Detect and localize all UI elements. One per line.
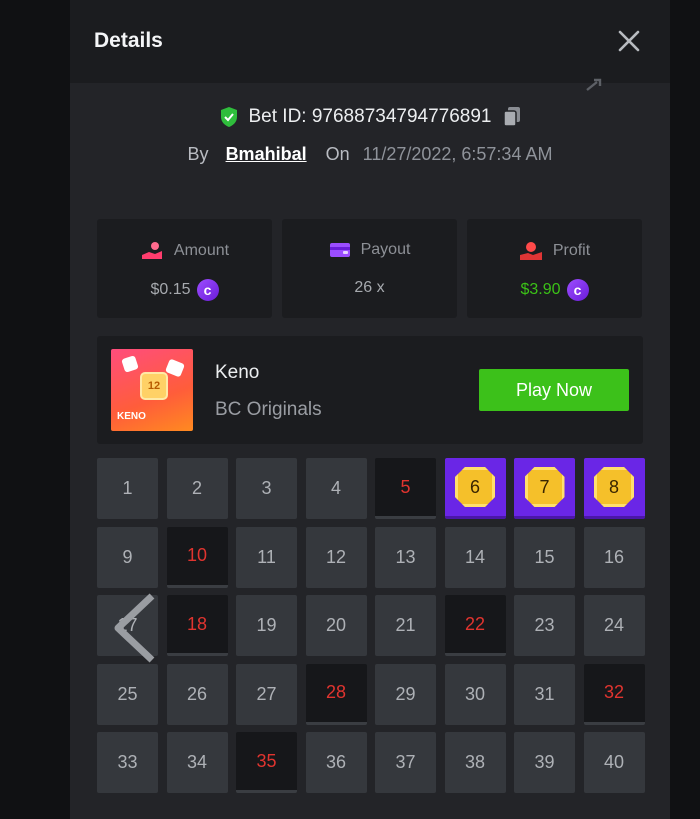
keno-cell: 25 — [97, 663, 158, 725]
amount-card: Amount $0.15 c — [97, 219, 272, 318]
keno-cell: 40 — [583, 732, 645, 793]
verified-shield-icon — [220, 107, 237, 127]
payout-label: Payout — [360, 241, 411, 258]
keno-cell-picked: 28 — [305, 663, 367, 725]
keno-cell: 38 — [444, 732, 506, 793]
bet-id-label: Bet ID: — [248, 106, 307, 127]
keno-cell: 4 — [305, 458, 367, 519]
bet-id-value: 97688734794776891 — [311, 106, 492, 127]
keno-cell: 21 — [375, 595, 436, 656]
share-icon[interactable] — [585, 78, 607, 92]
profit-value: $3.90 — [520, 281, 561, 298]
previous-arrow-icon[interactable] — [108, 592, 162, 664]
keno-cell: 15 — [514, 526, 575, 588]
copy-icon[interactable] — [502, 106, 522, 128]
keno-cell-hit: 8 — [583, 458, 645, 519]
keno-ball-label: 12 — [140, 372, 168, 400]
amount-value: $0.15 — [150, 281, 191, 298]
keno-cell: 12 — [305, 526, 367, 588]
keno-cell: 1 — [97, 458, 158, 519]
profit-label: Profit — [552, 242, 591, 259]
keno-cell-picked: 10 — [166, 526, 228, 588]
keno-cell: 14 — [444, 526, 506, 588]
keno-cell: 29 — [375, 663, 436, 725]
page-backdrop-left — [0, 0, 70, 819]
play-now-button[interactable]: Play Now — [479, 369, 629, 411]
wallet-icon — [329, 243, 350, 257]
game-name: Keno — [215, 362, 260, 383]
currency-coin-icon: c — [196, 279, 219, 301]
keno-cell: 26 — [166, 663, 228, 725]
profit-card: Profit $3.90 c — [467, 219, 642, 318]
on-label: On — [325, 144, 350, 164]
payout-card: Payout 26 x — [282, 219, 457, 318]
bet-id-row: Bet ID: 97688734794776891 — [70, 106, 670, 134]
keno-cell: 13 — [375, 526, 436, 588]
keno-cell-hit: 6 — [444, 458, 506, 519]
keno-cell-picked: 18 — [166, 595, 228, 656]
keno-cell: 37 — [375, 732, 436, 793]
keno-gem-number: 8 — [594, 467, 634, 507]
bet-datetime: 11/27/2022, 6:57:34 AM — [362, 144, 553, 164]
keno-cell: 3 — [236, 458, 297, 519]
keno-gem-number: 7 — [524, 467, 565, 507]
keno-cell: 36 — [305, 732, 367, 793]
keno-cell: 31 — [514, 663, 575, 725]
keno-cell: 30 — [444, 663, 506, 725]
keno-cell-picked: 32 — [583, 663, 645, 725]
keno-cell: 11 — [236, 526, 297, 588]
keno-cell-picked: 35 — [236, 732, 297, 793]
by-label: By — [187, 144, 209, 164]
keno-thumbnail[interactable]: 12 KENO — [111, 349, 193, 431]
keno-thumb-label: KENO — [117, 411, 146, 422]
amount-label: Amount — [173, 242, 230, 259]
hand-money-icon — [141, 242, 162, 259]
close-icon[interactable] — [616, 28, 642, 54]
currency-coin-icon: c — [566, 279, 589, 301]
profit-hand-icon — [519, 242, 542, 260]
keno-cell-picked: 22 — [444, 595, 506, 656]
keno-cell: 39 — [514, 732, 575, 793]
keno-cell-picked: 5 — [375, 458, 436, 519]
keno-cell: 20 — [305, 595, 367, 656]
keno-gem-number: 6 — [455, 467, 495, 507]
page-backdrop-right — [670, 0, 700, 819]
keno-cell: 9 — [97, 526, 158, 588]
keno-cell: 24 — [583, 595, 645, 656]
keno-cell: 2 — [166, 458, 228, 519]
modal-header: Details — [70, 0, 670, 83]
keno-cell: 23 — [514, 595, 575, 656]
keno-cell: 16 — [583, 526, 645, 588]
modal-title: Details — [94, 29, 163, 52]
bet-meta-row: By Bmahibal On 11/27/2022, 6:57:34 AM — [70, 144, 670, 165]
keno-cell: 33 — [97, 732, 158, 793]
game-card: 12 KENO Keno BC Originals Play Now — [97, 336, 643, 444]
keno-cell: 19 — [236, 595, 297, 656]
keno-cell: 27 — [236, 663, 297, 725]
keno-cell: 34 — [166, 732, 228, 793]
payout-value: 26 x — [354, 279, 385, 296]
game-provider: BC Originals — [215, 399, 322, 420]
username-link[interactable]: Bmahibal — [226, 144, 307, 164]
keno-cell-hit: 7 — [514, 458, 575, 519]
keno-number-grid: 1 2 3 4 5 6 7 8 9 10 11 12 13 14 15 16 17 18 19 20 21 22 23 24 2… — [97, 458, 645, 793]
